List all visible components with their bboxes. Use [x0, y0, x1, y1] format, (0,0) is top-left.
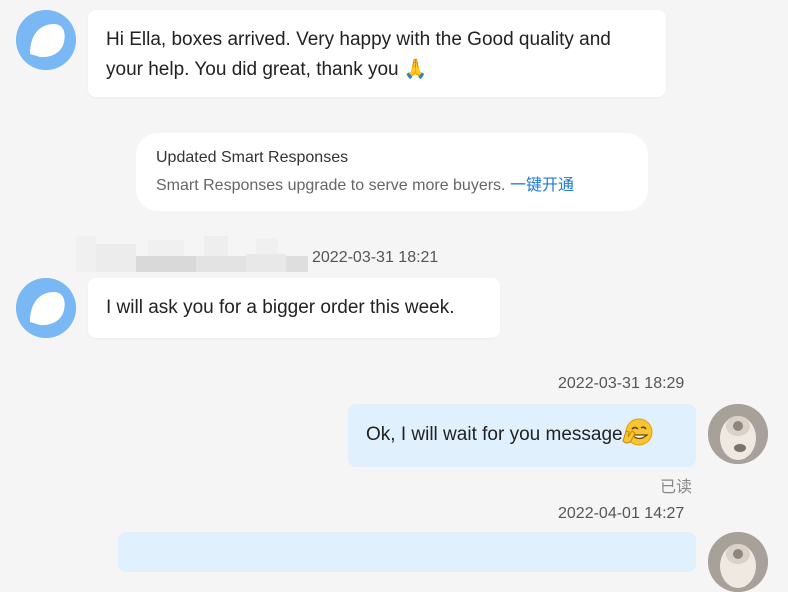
read-receipt: 已读 [660, 479, 693, 496]
my-avatar[interactable] [708, 404, 768, 464]
message-text: Ok, I will wait for you message [366, 424, 623, 445]
grinning-v-sign-icon [622, 418, 653, 446]
enable-link[interactable]: 一键开通 [510, 177, 574, 194]
notice-body: Smart Responses upgrade to serve more bu… [156, 175, 628, 197]
my-avatar[interactable] [708, 532, 768, 592]
chat-bubble-logo-icon [16, 278, 76, 338]
smart-responses-notice: Updated Smart Responses Smart Responses … [136, 133, 648, 211]
message-text: I will ask you for a bigger order this w… [106, 297, 455, 318]
message-timestamp: 2022-04-01 14:27 [558, 505, 685, 522]
notice-title: Updated Smart Responses [156, 149, 349, 166]
chat-bubble-logo-icon [16, 10, 76, 70]
contact-avatar[interactable] [16, 278, 76, 338]
outgoing-message: Ok, I will wait for you message [348, 404, 696, 467]
contact-avatar[interactable] [16, 10, 76, 70]
profile-photo-icon [708, 532, 768, 592]
incoming-message: I will ask you for a bigger order this w… [88, 278, 500, 338]
incoming-message: Hi Ella, boxes arrived. Very happy with … [88, 10, 666, 97]
notice-body-text: Smart Responses upgrade to serve more bu… [156, 177, 506, 194]
outgoing-message [118, 532, 696, 572]
profile-photo-icon [708, 404, 768, 464]
message-text: Hi Ella, boxes arrived. Very happy with … [106, 29, 611, 80]
message-timestamp: 2022-03-31 18:21 [312, 249, 439, 266]
message-timestamp: 2022-03-31 18:29 [558, 375, 685, 392]
sender-name-redacted [76, 236, 308, 272]
